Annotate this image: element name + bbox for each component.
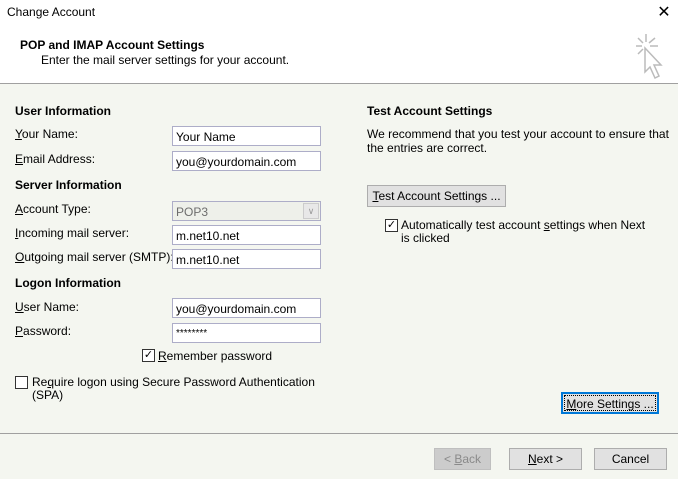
account-type-select: POP3 ∨ [172, 201, 321, 221]
chevron-down-icon: ∨ [303, 203, 319, 219]
header-subtitle: Enter the mail server settings for your … [41, 53, 290, 67]
close-icon[interactable]: ✕ [654, 2, 674, 22]
password-input[interactable]: ******** [172, 323, 321, 343]
remember-password-checkbox[interactable]: ✓ [142, 349, 155, 362]
test-account-settings-button[interactable]: Test Account Settings ... [367, 185, 506, 207]
auto-test-checkbox[interactable]: ✓ [385, 219, 398, 232]
outgoing-server-label: Outgoing mail server (SMTP): [15, 250, 174, 264]
cursor-click-icon [636, 34, 663, 80]
cancel-button[interactable]: Cancel [594, 448, 667, 470]
dialog-header: POP and IMAP Account Settings Enter the … [0, 28, 678, 84]
email-label: Email Address: [15, 152, 96, 166]
user-name-input[interactable]: you@yourdomain.com [172, 298, 321, 318]
test-description: We recommend that you test your account … [367, 127, 669, 155]
your-name-input[interactable]: Your Name [172, 126, 321, 146]
spa-checkbox[interactable] [15, 376, 28, 389]
server-info-heading: Server Information [15, 178, 122, 192]
test-settings-heading: Test Account Settings [367, 104, 493, 118]
password-label: Password: [15, 324, 72, 338]
window-title: Change Account [7, 5, 96, 19]
user-info-heading: User Information [15, 104, 112, 118]
user-name-label: User Name: [15, 300, 80, 314]
back-button: < Back [434, 448, 491, 470]
footer-divider [0, 433, 678, 434]
header-title: POP and IMAP Account Settings [20, 38, 205, 52]
title-bar [0, 0, 678, 28]
incoming-server-input[interactable]: m.net10.net [172, 225, 321, 245]
spa-label: Require logon using Secure Password Auth… [32, 375, 315, 402]
incoming-server-label: Incoming mail server: [15, 226, 130, 240]
logon-info-heading: Logon Information [15, 276, 121, 290]
remember-password-label: Remember password [158, 349, 273, 363]
next-button[interactable]: Next > [509, 448, 582, 470]
email-input[interactable]: you@yourdomain.com [172, 151, 321, 171]
auto-test-label: Automatically test account settings when… [401, 218, 646, 245]
account-type-label: Account Type: [15, 202, 91, 216]
more-settings-button[interactable]: More Settings ... [561, 392, 659, 414]
your-name-label: Your Name: [15, 127, 78, 141]
outgoing-server-input[interactable]: m.net10.net [172, 249, 321, 269]
